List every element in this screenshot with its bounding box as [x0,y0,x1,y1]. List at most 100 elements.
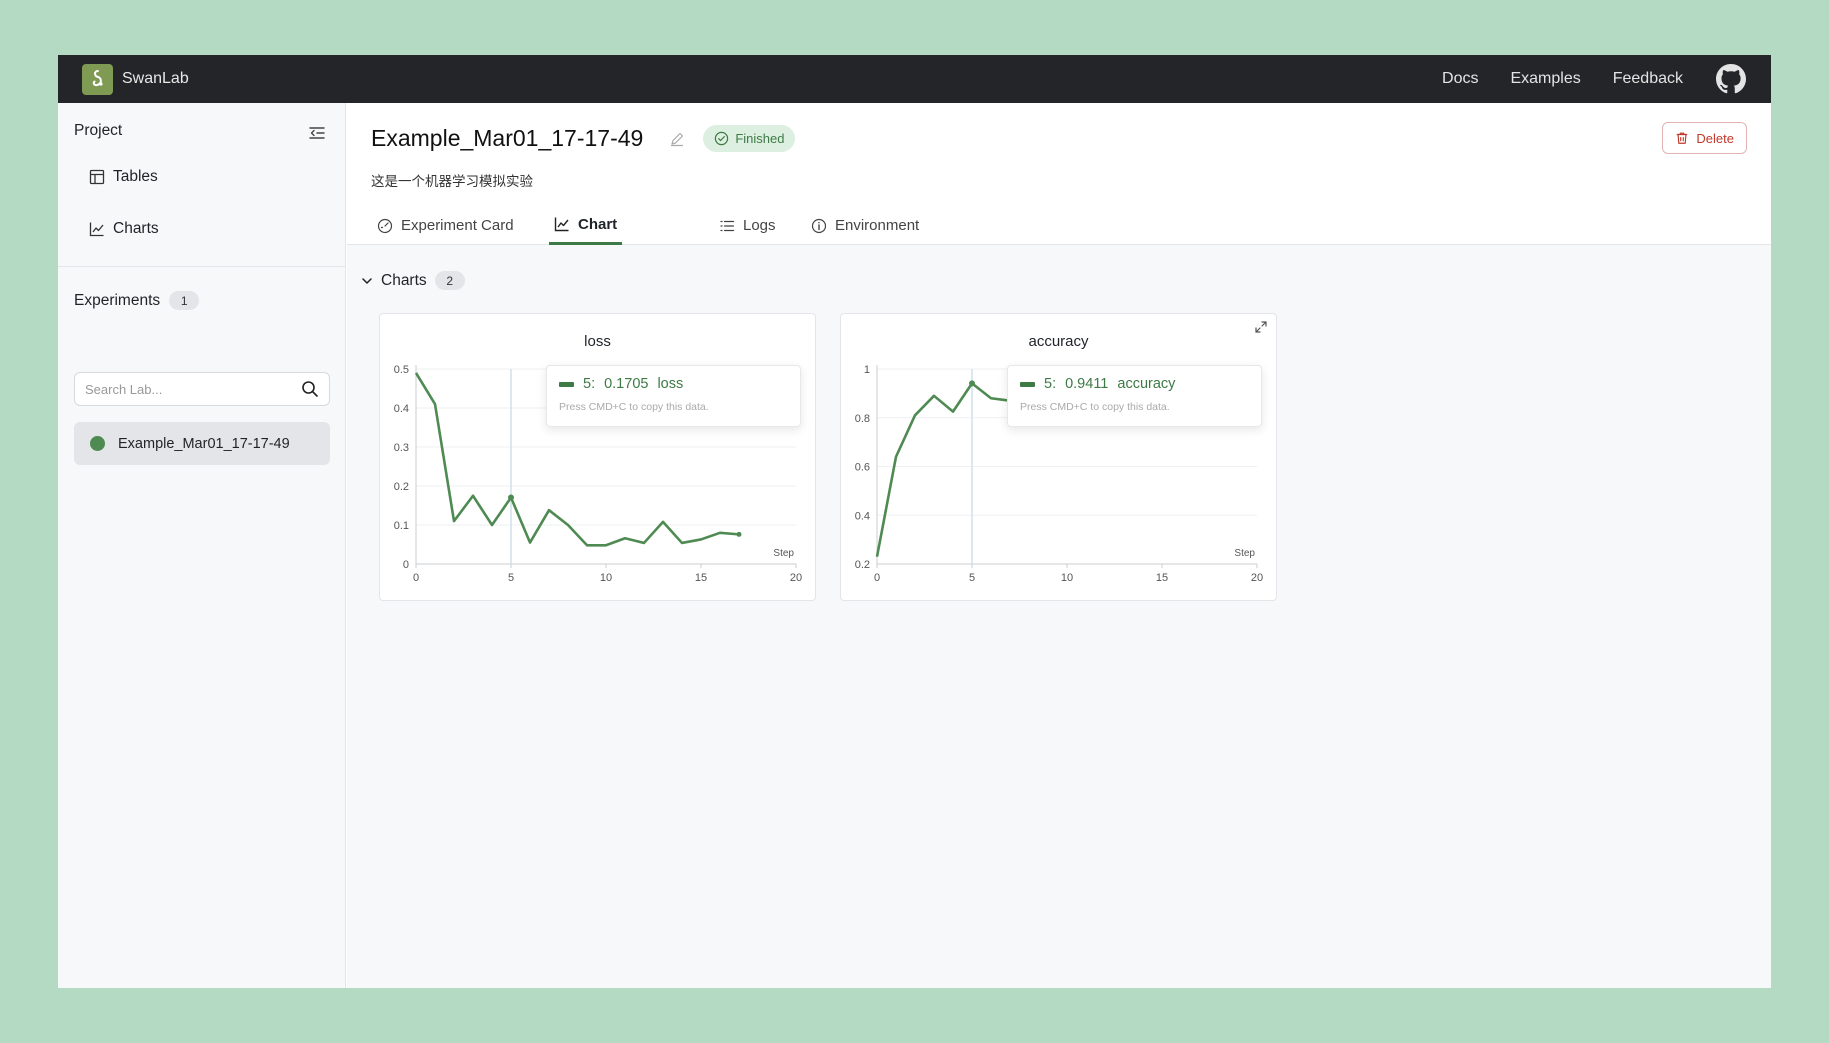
status-badge: Finished [703,125,796,152]
x-tick-label: 10 [600,572,612,584]
x-tick-label: 0 [413,572,419,584]
tab-label: Chart [578,215,618,233]
line-chart-icon [554,217,569,232]
x-axis-label: Step [773,548,794,559]
y-tick-label: 0.5 [394,364,409,376]
series-line [875,382,1011,557]
expand-icon[interactable] [1254,320,1268,334]
loss-chart-card[interactable]: 0 0.1 0.2 0.3 0.4 0.5 0 5 10 15 20 Step loss 5: 0.1… [379,313,816,601]
hover-point [969,380,975,387]
x-tick-label: 20 [790,572,802,584]
end-point [736,531,742,537]
sidebar-item-charts[interactable]: Charts [89,220,159,238]
check-circle-icon [715,131,729,146]
chart-tooltip: 5: 0.9411 accuracy Press CMD+C to copy t… [1007,365,1262,427]
swanlab-logo-icon [82,63,113,95]
tab-bar: Experiment Card Chart Logs Environment [347,206,1771,245]
sidebar-item-label: Tables [113,168,158,185]
app-name: SwanLab [122,70,189,87]
status-label: Finished [735,131,785,146]
logo[interactable]: SwanLab [82,63,189,95]
title-row: Example_Mar01_17-17-49 Finished [371,125,796,152]
experiment-list-item[interactable]: Example_Mar01_17-17-49 [74,422,330,465]
experiment-color-dot [90,436,105,451]
edit-icon[interactable] [669,131,685,147]
legend-swatch [1020,381,1035,387]
experiment-name: Example_Mar01_17-17-49 [118,435,290,452]
tooltip-value: 0.1705 [604,376,649,392]
tab-label: Experiment Card [401,217,514,234]
collapse-sidebar-icon[interactable] [309,126,325,140]
accuracy-chart-card[interactable]: 0.2 0.4 0.6 0.8 1 0 5 10 15 20 Step accuracy 5: 0.… [840,313,1277,601]
experiments-label: Experiments [74,291,161,309]
legend-swatch [559,381,574,387]
loss-chart-plot: 0 0.1 0.2 0.3 0.4 0.5 0 5 10 15 20 Step [394,364,802,584]
tooltip-step: 5: [583,376,596,392]
search-input[interactable] [85,381,285,397]
x-tick-label: 10 [1061,572,1073,584]
tab-environment[interactable]: Environment [806,206,924,245]
tooltip-series-name: accuracy [1117,376,1176,392]
search-icon[interactable] [301,380,319,398]
nav-examples-link[interactable]: Examples [1510,70,1580,88]
delete-button[interactable]: Delete [1662,122,1747,154]
y-tick-label: 0.4 [855,510,870,522]
experiments-count-badge: 1 [169,291,200,310]
sidebar: Project Tables Charts Experiments 1 Sear… [58,103,346,988]
y-tick-label: 1 [864,364,870,376]
charts-group-header[interactable]: Charts 2 [361,271,465,290]
table-icon [89,169,105,185]
y-tick-label: 0.2 [394,481,409,493]
sidebar-divider [58,266,346,267]
delete-label: Delete [1696,130,1734,146]
charts-group-label: Charts [381,271,427,289]
top-nav: Docs Examples Feedback [1442,63,1747,95]
list-icon [720,220,735,231]
info-icon [811,218,827,233]
nav-docs-link[interactable]: Docs [1442,70,1478,88]
page-title: Example_Mar01_17-17-49 [371,125,644,151]
experiment-description: 这是一个机器学习模拟实验 [371,174,533,189]
x-tick-label: 5 [508,572,514,584]
tooltip-value: 0.9411 [1065,376,1109,392]
project-label: Project [74,122,123,139]
chevron-down-icon [362,277,372,284]
github-icon[interactable] [1715,63,1747,95]
y-tick-label: 0.6 [855,462,870,474]
sidebar-item-tables[interactable]: Tables [89,168,158,186]
tab-label: Logs [743,217,776,234]
x-tick-label: 15 [1156,572,1168,584]
tooltip-series-name: loss [657,376,684,392]
chart-title: loss [584,333,611,350]
tooltip-hint: Press CMD+C to copy this data. [559,401,709,413]
y-tick-label: 0.1 [394,520,409,532]
y-tick-label: 0.2 [855,559,870,571]
experiments-header: Experiments 1 [74,291,200,310]
chart-tooltip: 5: 0.1705 loss Press CMD+C to copy this … [546,365,801,427]
charts-section: Charts 2 0 0.1 0.2 0.3 0.4 0.5 0 5 10 15 20 Step lo… [347,245,1771,988]
tab-logs[interactable]: Logs [714,206,781,245]
hover-point [508,494,514,501]
tab-experiment-card[interactable]: Experiment Card [372,206,519,245]
main-content: Example_Mar01_17-17-49 Finished Delete 这… [347,103,1771,988]
accuracy-chart-plot: 0.20.40.60.810 5 10 15 20Step [855,364,1263,584]
search-box [74,372,330,406]
gauge-icon [377,218,393,233]
x-axis-label: Step [1234,548,1255,559]
y-tick-label: 0.8 [855,413,870,425]
nav-feedback-link[interactable]: Feedback [1613,70,1683,88]
y-tick-label: 0.3 [394,442,409,454]
x-tick-label: 20 [1251,572,1263,584]
x-tick-label: 15 [695,572,707,584]
tooltip-step: 5: [1044,376,1057,392]
y-tick-label: 0.4 [394,403,409,415]
tab-label: Environment [835,217,920,234]
chart-title: accuracy [1028,333,1089,350]
app-window: SwanLab Docs Examples Feedback Project T… [58,55,1771,988]
x-tick-label: 5 [969,572,975,584]
tooltip-hint: Press CMD+C to copy this data. [1020,401,1170,413]
tab-chart[interactable]: Chart [549,206,623,245]
charts-count-badge: 2 [434,271,465,290]
x-tick-label: 0 [874,572,880,584]
trash-icon [1677,132,1688,144]
